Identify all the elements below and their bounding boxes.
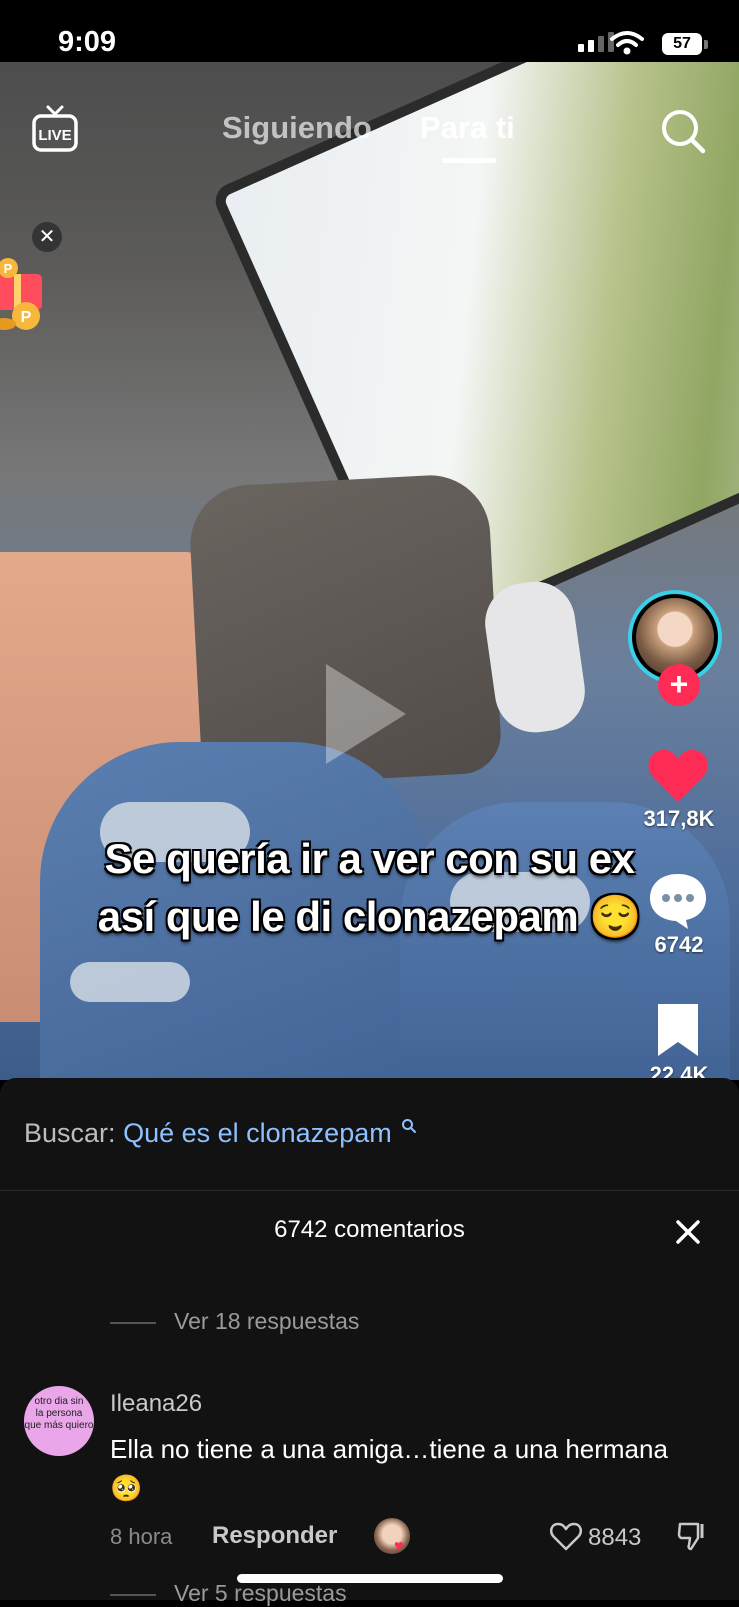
tab-following[interactable]: Siguiendo [222,110,372,146]
like-count: 317,8K [643,806,715,831]
small-search-icon [402,1119,417,1133]
battery-tip [704,40,708,49]
view-replies-link[interactable]: Ver 18 respuestas [174,1308,359,1335]
comment-icon[interactable] [646,870,710,930]
comment-count: 6742 [654,932,704,957]
creator-liked-avatar [374,1518,410,1554]
comments-count-title: 6742 comentarios [274,1216,465,1243]
svg-text:P: P [21,309,32,326]
comment-like-count: 8843 [588,1524,642,1551]
search-query-link[interactable]: Qué es el clonazepam [123,1118,392,1148]
search-label: Buscar: [24,1118,116,1148]
svg-text:LIVE: LIVE [38,127,71,144]
tab-active-indicator [442,158,496,163]
heart-icon[interactable] [646,746,710,806]
replies-line [110,1594,156,1596]
cellular-signal-icon [578,32,614,52]
divider [0,1190,739,1191]
creator-heart-icon: ♥ [394,1538,404,1555]
commenter-avatar[interactable]: otro dia sin la persona que más quiero [24,1386,94,1456]
tab-for-you[interactable]: Para ti [420,110,515,146]
live-icon[interactable]: LIVE [32,104,78,154]
comment-text: Ella no tiene a una amiga…tiene a una he… [110,1434,668,1503]
status-time: 9:09 [58,26,117,58]
comment-username[interactable]: Ileana26 [110,1390,202,1418]
comments-sheet [0,1078,739,1600]
replies-line [110,1322,156,1324]
bookmark-icon[interactable] [646,1000,710,1060]
wifi-icon [610,31,644,55]
reply-button[interactable]: Responder [212,1522,337,1550]
comment-like-icon[interactable] [550,1522,582,1552]
home-indicator[interactable] [237,1574,503,1583]
battery-icon: 57 [662,33,702,55]
view-replies-link[interactable]: Ver 5 respuestas [174,1580,347,1607]
video-caption: Se quería ir a ver con su ex así que le … [0,830,739,946]
caption-line-1: Se quería ir a ver con su ex [104,835,635,882]
previous-comment-fragment [110,1256,700,1276]
follow-button[interactable]: + [658,664,700,706]
comment-timestamp: 8 hora [110,1524,173,1549]
close-comments-icon[interactable] [672,1216,704,1248]
related-search[interactable]: Buscar: Qué es el clonazepam [24,1118,417,1149]
svg-text:P: P [4,261,13,276]
close-icon[interactable]: ✕ [32,222,62,252]
gift-coins-icon[interactable]: P P [0,258,46,336]
search-icon[interactable] [660,108,706,154]
play-icon[interactable] [326,664,406,764]
dislike-icon[interactable] [676,1520,708,1552]
